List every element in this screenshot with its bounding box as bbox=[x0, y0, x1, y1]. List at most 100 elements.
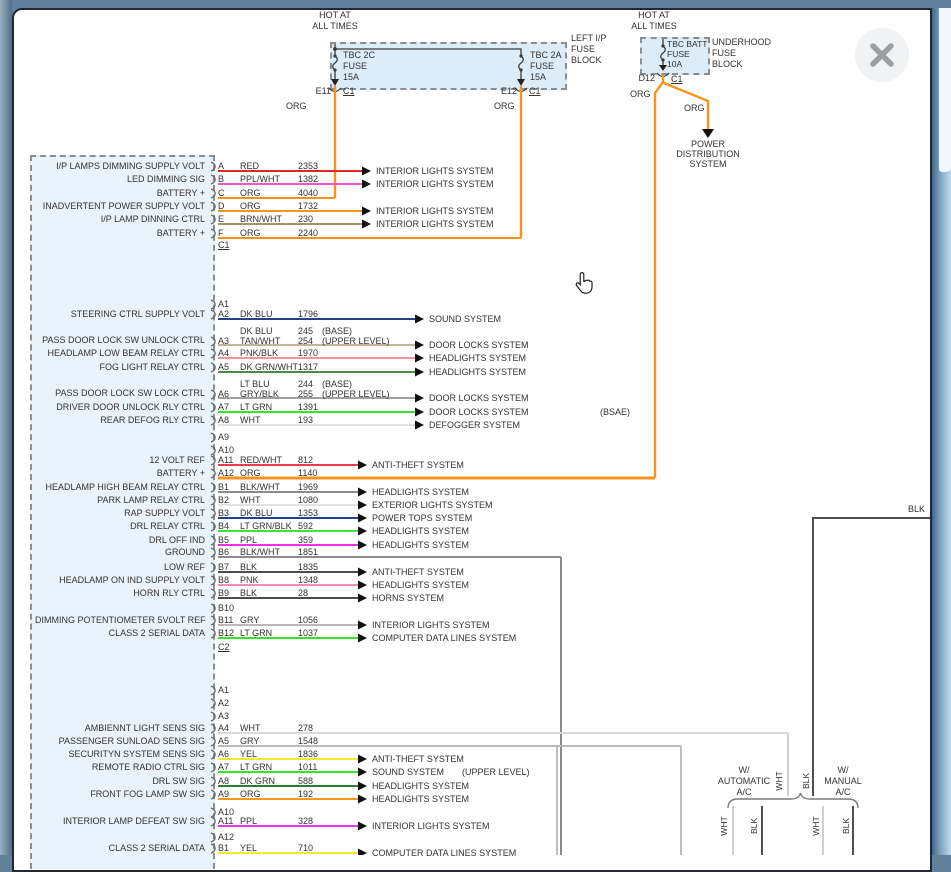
circuit-number: 592 bbox=[298, 521, 313, 531]
pin-bracket bbox=[211, 229, 215, 238]
wire-color-label-org-branch: ORG bbox=[684, 103, 705, 113]
hand-pointer-cursor-icon bbox=[574, 271, 596, 300]
pin-bracket bbox=[211, 310, 215, 319]
wire-color-label: ORG bbox=[240, 188, 261, 198]
destination-arrow-icon bbox=[415, 408, 424, 417]
destination-label: HEADLIGHTS SYSTEM bbox=[372, 526, 469, 536]
wire-color-label-org: ORG bbox=[630, 89, 651, 99]
wire-color-label: TAN/WHT bbox=[240, 336, 280, 346]
wiring-diagram-canvas: HOT AT ALL TIMES TBC 2C FUSE 15A TBC 2A … bbox=[0, 0, 951, 855]
pin-bracket bbox=[211, 777, 215, 786]
pin-bracket bbox=[211, 616, 215, 625]
wire-color-label: DK BLU bbox=[240, 326, 273, 336]
close-button[interactable] bbox=[855, 28, 909, 82]
left-signal-label: INTERIOR LAMP DEFEAT SW SIG bbox=[35, 816, 205, 826]
wire-color-label: WHT bbox=[240, 723, 261, 733]
pin-bracket bbox=[211, 162, 215, 171]
pin-bracket bbox=[211, 604, 215, 613]
pin-label: B3 bbox=[218, 508, 229, 518]
pin-bracket bbox=[211, 563, 215, 572]
pin-bracket bbox=[211, 790, 215, 799]
wire-color-label: DK BLU bbox=[240, 309, 273, 319]
wire-color-label: BLK bbox=[240, 562, 257, 572]
wire-color-label: LT GRN bbox=[240, 402, 272, 412]
wire-color-label: WHT bbox=[240, 495, 261, 505]
left-signal-label: LED DIMMING SIG bbox=[35, 174, 205, 184]
destination-arrow-icon bbox=[358, 634, 367, 643]
destination-label: SOUND SYSTEM bbox=[372, 767, 444, 777]
pin-label: A8 bbox=[218, 415, 229, 425]
pin-bracket bbox=[211, 433, 215, 442]
close-icon bbox=[855, 28, 909, 82]
destination-label: INTERIOR LIGHTS SYSTEM bbox=[372, 821, 490, 831]
destination-arrow-icon bbox=[358, 849, 367, 856]
circuit-number: 245 bbox=[298, 326, 313, 336]
destination-arrow-icon bbox=[358, 594, 367, 603]
wire-color-label: ORG bbox=[240, 789, 261, 799]
left-signal-label: FRONT FOG LAMP SW SIG bbox=[35, 789, 205, 799]
circuit-number: 812 bbox=[298, 455, 313, 465]
pin-label: A12 bbox=[218, 832, 234, 842]
pin-label: B10 bbox=[218, 603, 234, 613]
left-signal-label: DRL RELAY CTRL bbox=[35, 521, 205, 531]
wire-note: (BASE) bbox=[322, 379, 352, 389]
destination-label: HEADLIGHTS SYSTEM bbox=[372, 540, 469, 550]
destination-label: SOUND SYSTEM bbox=[429, 314, 501, 324]
pin-bracket bbox=[211, 629, 215, 638]
destination-label: DEFOGGER SYSTEM bbox=[429, 420, 520, 430]
destination-label: DOOR LOCKS SYSTEM bbox=[429, 407, 529, 417]
left-signal-label: DRIVER DOOR UNLOCK RLY CTRL bbox=[35, 402, 205, 412]
destination-arrow-icon bbox=[415, 368, 424, 377]
with-manual-ac-label: W/ MANUAL A/C bbox=[799, 765, 887, 798]
pin-label: B11 bbox=[218, 615, 233, 625]
pin-label: C bbox=[218, 188, 225, 198]
destination-arrow-icon bbox=[362, 180, 371, 189]
destination-label: INTERIOR LIGHTS SYSTEM bbox=[376, 206, 494, 216]
left-ip-fuse-block-label: LEFT I/P FUSE BLOCK bbox=[571, 33, 606, 66]
wire-color-label: PNK bbox=[240, 575, 259, 585]
pin-label: A4 bbox=[218, 723, 229, 733]
wire-color-label: WHT bbox=[240, 415, 261, 425]
circuit-number: 2240 bbox=[298, 228, 318, 238]
pin-bracket bbox=[211, 737, 215, 746]
pin-label: A3 bbox=[218, 336, 229, 346]
fuse-symbols bbox=[329, 39, 669, 92]
scrollbar[interactable] bbox=[931, 8, 951, 855]
destination-arrow-icon bbox=[358, 822, 367, 831]
pin-label: B9 bbox=[218, 588, 229, 598]
circuit-number: 1140 bbox=[298, 468, 317, 478]
destination-arrow-icon bbox=[415, 315, 424, 324]
left-signal-label: HEADLAMP HIGH BEAM RELAY CTRL bbox=[35, 482, 205, 492]
wire-note: (BASE) bbox=[322, 326, 352, 336]
pin-label: A10 bbox=[218, 445, 234, 455]
destination-arrow-icon bbox=[358, 488, 367, 497]
destination-arrow-icon bbox=[415, 394, 424, 403]
wire-color-label: RED bbox=[240, 161, 259, 171]
pin-bracket bbox=[211, 522, 215, 531]
destination-label: DOOR LOCKS SYSTEM bbox=[429, 393, 529, 403]
left-signal-label: PASSENGER SUNLOAD SENS SIG bbox=[35, 736, 205, 746]
pin-bracket bbox=[211, 403, 215, 412]
destination-label: HORNS SYSTEM bbox=[372, 593, 444, 603]
left-signal-label: PASS DOOR LOCK SW LOCK CTRL bbox=[35, 388, 205, 398]
left-signal-label: CLASS 2 SERIAL DATA bbox=[35, 843, 205, 853]
fuse-name-tbc-2c: TBC 2C FUSE 15A bbox=[343, 50, 375, 83]
wire-color-label-org: ORG bbox=[286, 101, 307, 111]
pin-label: F bbox=[218, 228, 224, 238]
wire-color-label: LT GRN/BLK bbox=[240, 521, 292, 531]
left-signal-label: INADVERTENT POWER SUPPLY VOLT bbox=[35, 201, 205, 211]
scrollbar-thumb[interactable] bbox=[939, 8, 951, 172]
routed-wires bbox=[557, 518, 930, 855]
wire-note: (UPPER LEVEL) bbox=[322, 389, 390, 399]
pin-label: A1 bbox=[218, 299, 229, 309]
connector-id-label: C2 bbox=[218, 642, 230, 652]
circuit-number: 1382 bbox=[298, 174, 318, 184]
wire-color-label: BLK bbox=[240, 588, 257, 598]
destination-arrow-icon bbox=[358, 755, 367, 764]
pin-label: B bbox=[218, 174, 224, 184]
destination-label: HEADLIGHTS SYSTEM bbox=[372, 580, 469, 590]
destination-arrow-icon bbox=[358, 541, 367, 550]
left-signal-label: RAP SUPPLY VOLT bbox=[35, 508, 205, 518]
circuit-number: 1348 bbox=[298, 575, 318, 585]
left-signal-label: FOG LIGHT RELAY CTRL bbox=[35, 362, 205, 372]
